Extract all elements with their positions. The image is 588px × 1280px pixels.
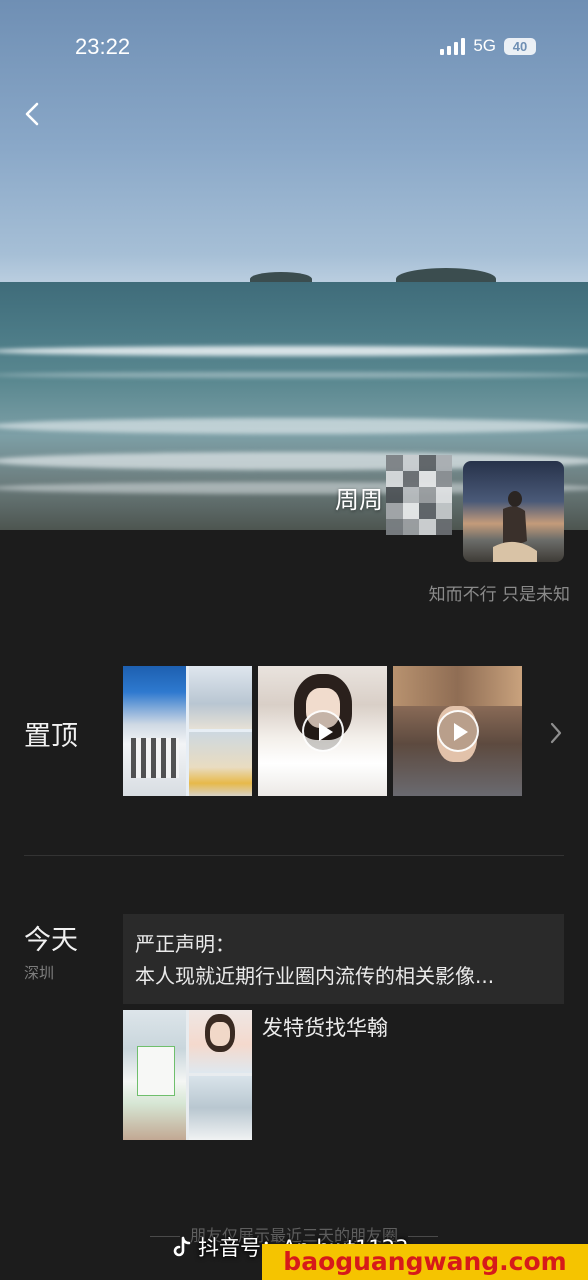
douyin-logo-icon: [173, 1236, 191, 1257]
avatar[interactable]: [463, 461, 564, 562]
cover-photo[interactable]: 23:22 5G 40: [0, 0, 588, 530]
chevron-left-icon[interactable]: [18, 100, 46, 128]
network-type: 5G: [473, 36, 496, 55]
avatar-silhouette: [493, 491, 537, 562]
wave-foam: [0, 418, 588, 434]
text-post-line-1: 严正声明：: [135, 932, 235, 956]
note-line-right: [408, 1236, 438, 1237]
text-post[interactable]: 严正声明： 本人现就近期行业圈内流传的相关影像...: [123, 914, 564, 1004]
today-label: 今天: [24, 925, 78, 956]
pinned-post-collage[interactable]: [123, 666, 252, 796]
pinned-video-2[interactable]: [393, 666, 522, 796]
moments-profile-page: 23:22 5G 40 周周 知而不行 只是未知 置顶 今天 深圳 严正声明： …: [0, 0, 588, 1280]
post-location: 深圳: [24, 964, 55, 982]
wave-foam: [0, 372, 588, 378]
divider: [24, 855, 564, 856]
pinned-label: 置顶: [24, 721, 78, 752]
text-post-line-2: 本人现就近期行业圈内流传的相关影像...: [135, 964, 495, 988]
wave-foam: [0, 346, 588, 356]
profile-signature: 知而不行 只是未知: [428, 585, 570, 605]
photo-post-caption: 发特货找华翰: [262, 1016, 388, 1040]
pinned-video-1[interactable]: [258, 666, 387, 796]
chevron-right-icon[interactable]: [548, 720, 564, 746]
status-indicators: 5G 40: [440, 36, 536, 56]
signal-icon: [440, 37, 466, 55]
blurred-name-mosaic: [386, 455, 452, 535]
play-icon: [301, 710, 344, 752]
site-watermark: baoguangwang.com: [262, 1244, 588, 1280]
battery-icon: 40: [504, 37, 536, 55]
profile-nickname: 周周: [335, 486, 383, 514]
status-time: 23:22: [75, 34, 131, 59]
play-icon: [436, 710, 479, 752]
photo-post-collage[interactable]: [123, 1010, 252, 1140]
